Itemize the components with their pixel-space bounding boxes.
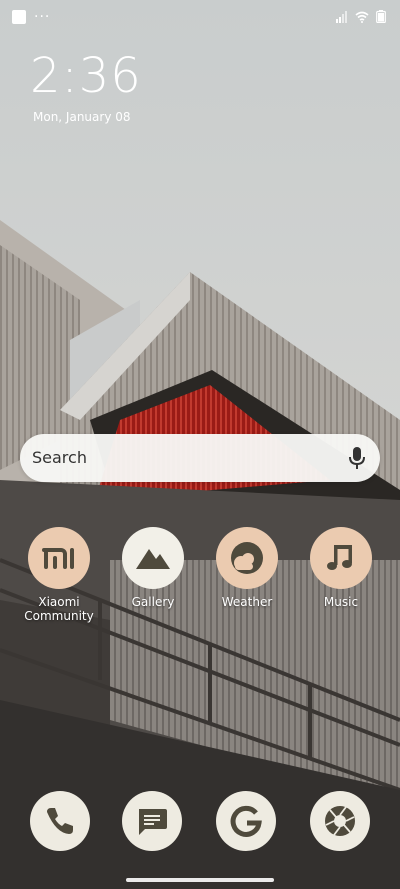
notification-icon xyxy=(12,10,26,24)
battery-icon xyxy=(376,10,386,23)
google-icon xyxy=(230,805,262,837)
microphone-icon[interactable] xyxy=(348,446,366,470)
more-notifications-icon: ··· xyxy=(34,9,51,25)
sun-cloud-icon xyxy=(216,527,278,589)
status-bar: ··· xyxy=(0,0,400,36)
phone-icon xyxy=(47,808,73,834)
clock-date[interactable]: Mon, January 08 xyxy=(33,110,131,124)
app-label: Music xyxy=(323,595,359,609)
app-label: Xiaomi Community xyxy=(24,595,94,623)
search-bar[interactable]: Search xyxy=(20,434,380,482)
dock-google[interactable] xyxy=(216,791,276,851)
home-indicator[interactable] xyxy=(126,878,274,882)
app-label: Gallery xyxy=(131,595,175,609)
search-placeholder: Search xyxy=(32,448,87,467)
clock-time[interactable]: 2:36 xyxy=(30,50,142,102)
wifi-icon xyxy=(355,11,369,23)
dock-messages[interactable] xyxy=(122,791,182,851)
app-label: Weather xyxy=(221,595,273,609)
dock-camera[interactable] xyxy=(310,791,370,851)
music-note-icon xyxy=(310,527,372,589)
app-weather[interactable]: Weather xyxy=(202,527,292,609)
app-gallery[interactable]: Gallery xyxy=(108,527,198,609)
app-music[interactable]: Music xyxy=(296,527,386,609)
app-xiaomi-community[interactable]: Xiaomi Community xyxy=(14,527,104,623)
dock-phone[interactable] xyxy=(30,791,90,851)
mountain-icon xyxy=(122,527,184,589)
xiaomi-mi-icon xyxy=(28,527,90,589)
message-icon xyxy=(139,809,167,835)
camera-aperture-icon xyxy=(325,806,355,836)
signal-icon xyxy=(336,10,347,23)
